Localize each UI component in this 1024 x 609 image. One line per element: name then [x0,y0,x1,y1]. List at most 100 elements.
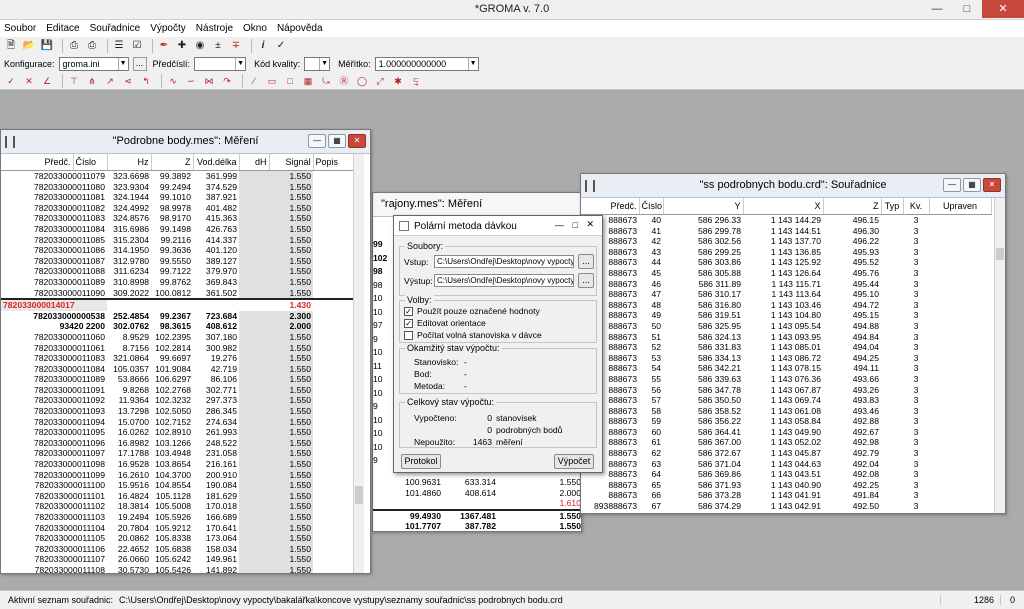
step-tool-icon[interactable]: ↰ [139,74,153,88]
vertical-scrollbar[interactable] [353,154,364,573]
circle-tool-icon[interactable]: ◯ [355,74,369,88]
crosshair-icon[interactable]: ✚ [175,39,189,53]
table-row[interactable]: 782033000011060 8.9529 102.2395 307.180 1.55… [1,331,353,343]
maximize-icon[interactable]: □ [573,220,578,230]
souradnice-titlebar[interactable]: "ss podrobnych bodu.crd": Souřadnice — ▦ ✕ [581,174,1005,198]
table-row[interactable]: 782033000011103 19.2494 105.5926 166.689 1.5… [1,512,353,523]
column-header[interactable]: Typ [881,198,904,215]
table-row[interactable]: 782033000011106 22.4652 105.6838 158.034 1.5… [1,543,353,555]
table-row[interactable]: 782033000011083 321.0864 99.6697 19.276 1.55… [1,353,353,364]
vstup-input[interactable]: C:\Users\Ondřej\Desktop\novy vypocty [434,255,574,268]
frame-tool-icon[interactable]: ▦ [301,74,315,88]
column-header[interactable]: Vod.délka [193,154,240,171]
protokol-button[interactable]: Protokol [401,454,441,469]
table-row[interactable]: 782033000011092 11.9364 102.3232 297.373 1.5… [1,395,353,407]
table-row[interactable]: 888673 61 586 367.00 1 143 052.02 492.98 3 [581,437,991,448]
station-row[interactable]: 782033000014017 1.430 [1,299,353,311]
column-header[interactable]: Číslo [639,198,664,215]
menu-item-4[interactable]: Nástroje [196,23,233,34]
minimize-icon[interactable]: — [555,220,564,230]
table-row[interactable]: 888673 51 586 324.13 1 143 093.95 494.84 3 [581,332,991,343]
table-row[interactable]: 888673 45 586 305.88 1 143 126.64 495.76 3 [581,268,991,279]
table-row[interactable]: 888673 55 586 339.63 1 143 076.36 493.66 3 [581,374,991,385]
table-row[interactable]: 782033000011079 323.6698 99.3892 361.999 1.5… [1,170,353,182]
table-row[interactable]: 782033000011102 18.3814 105.5008 170.018 1.5… [1,501,353,512]
open-file-icon[interactable]: 📂 [22,39,36,53]
minimize-icon[interactable]: — [943,178,961,192]
column-header[interactable]: Předč. [1,154,74,171]
minimize-icon[interactable]: — [922,0,952,18]
star-tool-icon[interactable]: ✱ [391,74,405,88]
table-row[interactable]: 782033000011083 324.8576 98.9170 415.363 1.5… [1,213,353,224]
menu-item-5[interactable]: Okno [243,23,267,34]
rectangle-tool-icon[interactable]: ▭ [265,74,279,88]
table-row[interactable]: 888673 49 586 319.51 1 143 104.80 495.15 3 [581,310,991,321]
souradnice-window[interactable]: "ss podrobnych bodu.crd": Souřadnice — ▦ ✕… [580,173,1006,514]
column-header[interactable]: X [743,198,824,215]
table-row[interactable]: 782033000011095 16.0262 102.8910 261.993 1.5… [1,427,353,438]
close-icon[interactable]: ✕ [348,134,366,148]
minimize-icon[interactable]: — [308,134,326,148]
table-row[interactable]: 782033000011091 9.8268 102.2768 302.771 1.55… [1,384,353,396]
diagonal-tool-icon[interactable]: ⤢ [373,74,387,88]
table-row[interactable]: 782033000011087 312.9780 99.5550 389.127 1.5… [1,255,353,267]
vystup-browse-button[interactable]: ... [578,273,594,288]
box-tool-icon[interactable]: □ [283,74,297,88]
kod-kvality-select[interactable]: ▼ [304,57,331,71]
curve-tool-icon[interactable]: ∽ [184,74,198,88]
column-header[interactable]: Popis [313,154,354,171]
opt3-checkbox[interactable] [404,331,413,341]
close-icon[interactable]: ✕ [586,219,594,230]
table-row[interactable]: 1.610 [373,498,581,510]
table-row[interactable]: 100.9631 633.314 1.550 [373,477,581,488]
table-row[interactable]: 888673 66 586 373.28 1 143 041.91 491.84 3 [581,490,991,501]
save-icon[interactable]: 💾 [40,39,54,53]
table-row[interactable]: 782033000011107 26.0660 105.6242 149.961 1.5… [1,554,353,565]
slash-tool-icon[interactable]: ∕ [247,74,261,88]
line-tool-icon[interactable]: ✓ [4,74,18,88]
table-row[interactable]: 782033000011101 16.4824 105.1128 181.629 1.5… [1,490,353,502]
column-header[interactable]: dH [239,154,270,171]
table-row[interactable]: 782033000011098 16.9528 103.8654 216.161 1.5… [1,459,353,470]
split-tool-icon[interactable]: ⥹ [409,74,423,88]
table-row[interactable]: 782033000011061 8.7156 102.2814 300.982 1.55… [1,342,353,354]
new-file-icon[interactable]: 🗎 [4,39,18,53]
vypocet-button[interactable]: Výpočet [554,454,594,469]
scroll-thumb[interactable] [355,486,363,504]
opt1-checkbox[interactable]: ✓ [404,307,413,317]
table-row[interactable]: 782033000011089 53.8666 106.6297 86.106 1.55… [1,374,353,385]
column-header[interactable]: Číslo [73,154,108,171]
cross-tool-icon[interactable]: ✕ [22,74,36,88]
print-preview-icon[interactable]: ⎙ [85,39,99,53]
table-row[interactable]: 782033000011100 15.9516 104.8554 190.084 1.5… [1,480,353,491]
table-row[interactable]: 782033000011082 324.4992 98.9978 401.482 1.5… [1,202,353,214]
close-icon[interactable]: ✕ [982,0,1024,18]
table-row[interactable]: 888673 48 586 316.80 1 143 103.46 494.72 3 [581,300,991,311]
column-header[interactable]: Y [663,198,744,215]
table-row[interactable]: 782033000011086 314.1950 99.3636 401.120 1.5… [1,245,353,256]
table-row[interactable]: 888673 47 586 310.17 1 143 113.64 495.10 3 [581,289,991,300]
table-row[interactable]: 888673 43 586 299.25 1 143 136.85 495.93 3 [581,247,991,258]
column-header[interactable]: Kv. [903,198,930,215]
intersect-tool-icon[interactable]: ⋈ [202,74,216,88]
rajony-titlebar[interactable]: "rajony.mes": Měření [373,193,581,217]
angle-tool-icon[interactable]: ∠ [40,74,54,88]
meritko-select[interactable]: 1.000000000000 ▼ [374,57,479,71]
table-row[interactable]: 782033000011080 323.9304 99.2494 374.529 1.5… [1,181,353,193]
table-row[interactable]: 888673 52 586 331.83 1 143 085.01 494.04 3 [581,342,991,353]
konfigurace-browse-button[interactable]: ... [132,57,147,71]
menu-item-1[interactable]: Editace [46,23,79,34]
column-header[interactable]: Signál [269,154,314,171]
table-row[interactable]: 782033000011105 20.0862 105.8338 173.064 1.5… [1,533,353,544]
table-row[interactable]: 782033000011104 20.7804 105.9212 170.641 1.5… [1,522,353,534]
table-row[interactable]: 782033000011085 315.2304 99.2116 414.337 1.5… [1,234,353,246]
column-header[interactable]: Předč. [581,198,640,215]
table-row[interactable]: 782033000011084 315.6986 99.1498 426.763 1.5… [1,223,353,235]
table-row[interactable]: 888673 63 586 371.04 1 143 044.63 492.04 3 [581,459,991,470]
menu-item-6[interactable]: Nápověda [277,23,323,34]
table-row[interactable]: 782033000011084 105.0357 101.9084 42.719 1.5… [1,363,353,375]
podrobne-body-titlebar[interactable]: "Podrobne body.mes": Měření — ▦ ✕ [1,130,370,154]
table-row[interactable]: 782033000011096 16.8982 103.1266 248.522 1.5… [1,437,353,449]
fork-tool-icon[interactable]: ⋔ [85,74,99,88]
table-row[interactable]: 888673 58 586 358.52 1 143 061.08 493.46 3 [581,406,991,417]
